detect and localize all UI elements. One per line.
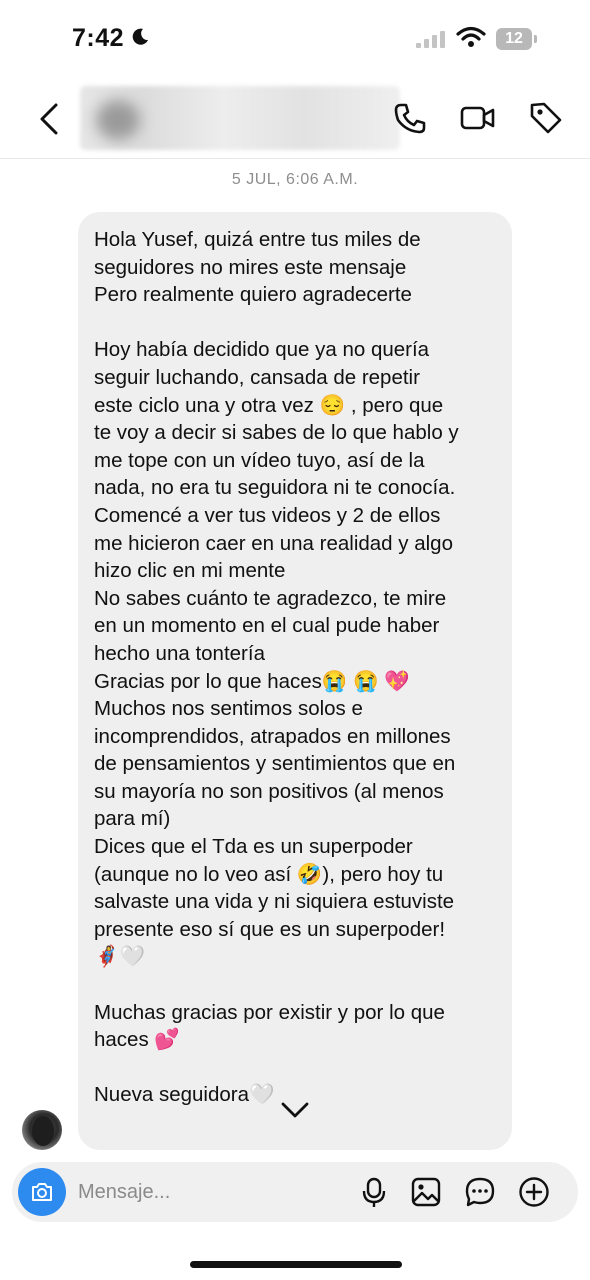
status-bar: 7:42 12: [0, 0, 590, 80]
cell-signal-icon: [416, 31, 445, 48]
wifi-icon: [456, 26, 486, 47]
camera-button[interactable]: [18, 1168, 66, 1216]
avatar-figure: [32, 1116, 54, 1146]
battery-nub: [534, 35, 537, 43]
video-camera-icon[interactable]: [460, 100, 496, 136]
status-time: 7:42: [72, 24, 125, 52]
home-indicator: [190, 1261, 402, 1268]
microphone-icon[interactable]: [358, 1176, 390, 1208]
contact-avatar-blurred: [96, 100, 140, 140]
tag-icon[interactable]: [528, 100, 564, 136]
phone-icon[interactable]: [392, 100, 428, 136]
chat-header: [0, 80, 590, 159]
message-text: Hola Yusef, quizá entre tus miles de seg…: [94, 228, 459, 1107]
sticker-chat-icon[interactable]: [464, 1176, 496, 1208]
sender-avatar[interactable]: [22, 1110, 62, 1150]
chevron-down-icon[interactable]: [278, 1097, 312, 1123]
plus-icon[interactable]: [518, 1176, 550, 1208]
message-input[interactable]: Mensaje...: [78, 1181, 170, 1204]
message-composer: Mensaje...: [12, 1162, 578, 1222]
chevron-left-icon[interactable]: [36, 102, 64, 136]
battery-indicator: 12: [496, 28, 532, 50]
camera-icon: [32, 1183, 52, 1201]
contact-profile-blurred[interactable]: [80, 86, 400, 150]
image-icon[interactable]: [410, 1176, 442, 1208]
message-timestamp: 5 JUL, 6:06 A.M.: [231, 171, 359, 188]
moon-icon: [132, 28, 148, 45]
message-bubble[interactable]: Hola Yusef, quizá entre tus miles de seg…: [78, 212, 512, 1150]
